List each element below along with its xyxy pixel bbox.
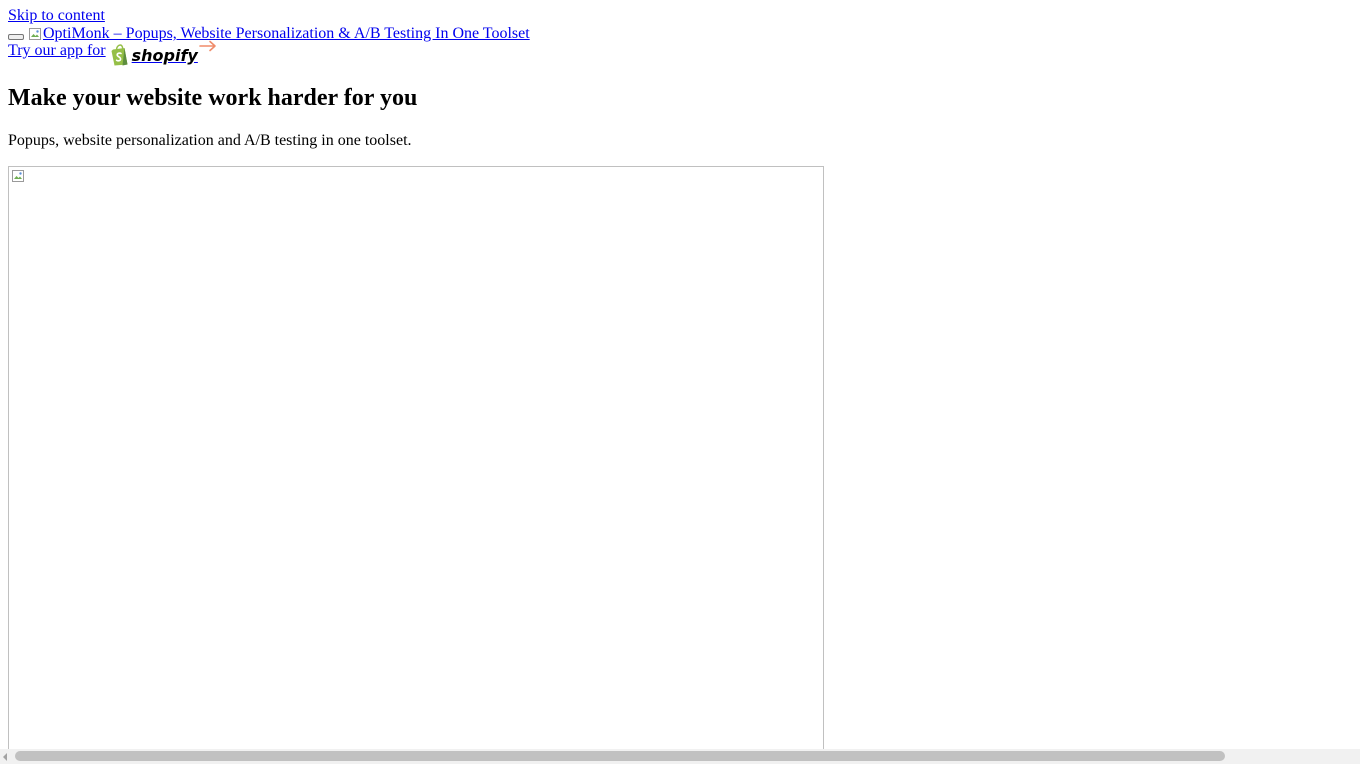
broken-image-icon	[12, 170, 24, 182]
skip-to-content-link[interactable]: Skip to content	[8, 7, 105, 25]
scrollbar-thumb[interactable]	[15, 751, 1225, 761]
shopify-cta-row: Try our app for shopify	[8, 40, 217, 68]
hero-subtitle: Popups, website personalization and A/B …	[8, 132, 412, 149]
horizontal-scrollbar[interactable]	[0, 749, 1360, 764]
try-app-text: Try our app for	[8, 42, 106, 59]
broken-image-icon	[29, 28, 41, 40]
shopify-wordmark: shopify	[131, 46, 198, 65]
shopify-logo: shopify	[110, 42, 198, 66]
arrow-right-icon	[199, 40, 216, 52]
scroll-left-arrow-icon[interactable]	[3, 753, 7, 761]
shopify-bag-icon	[111, 44, 128, 66]
hero-headline: Make your website work harder for you	[8, 85, 418, 111]
hero-image-placeholder	[8, 166, 824, 764]
try-app-shopify-link[interactable]: Try our app for shopify	[8, 40, 217, 66]
